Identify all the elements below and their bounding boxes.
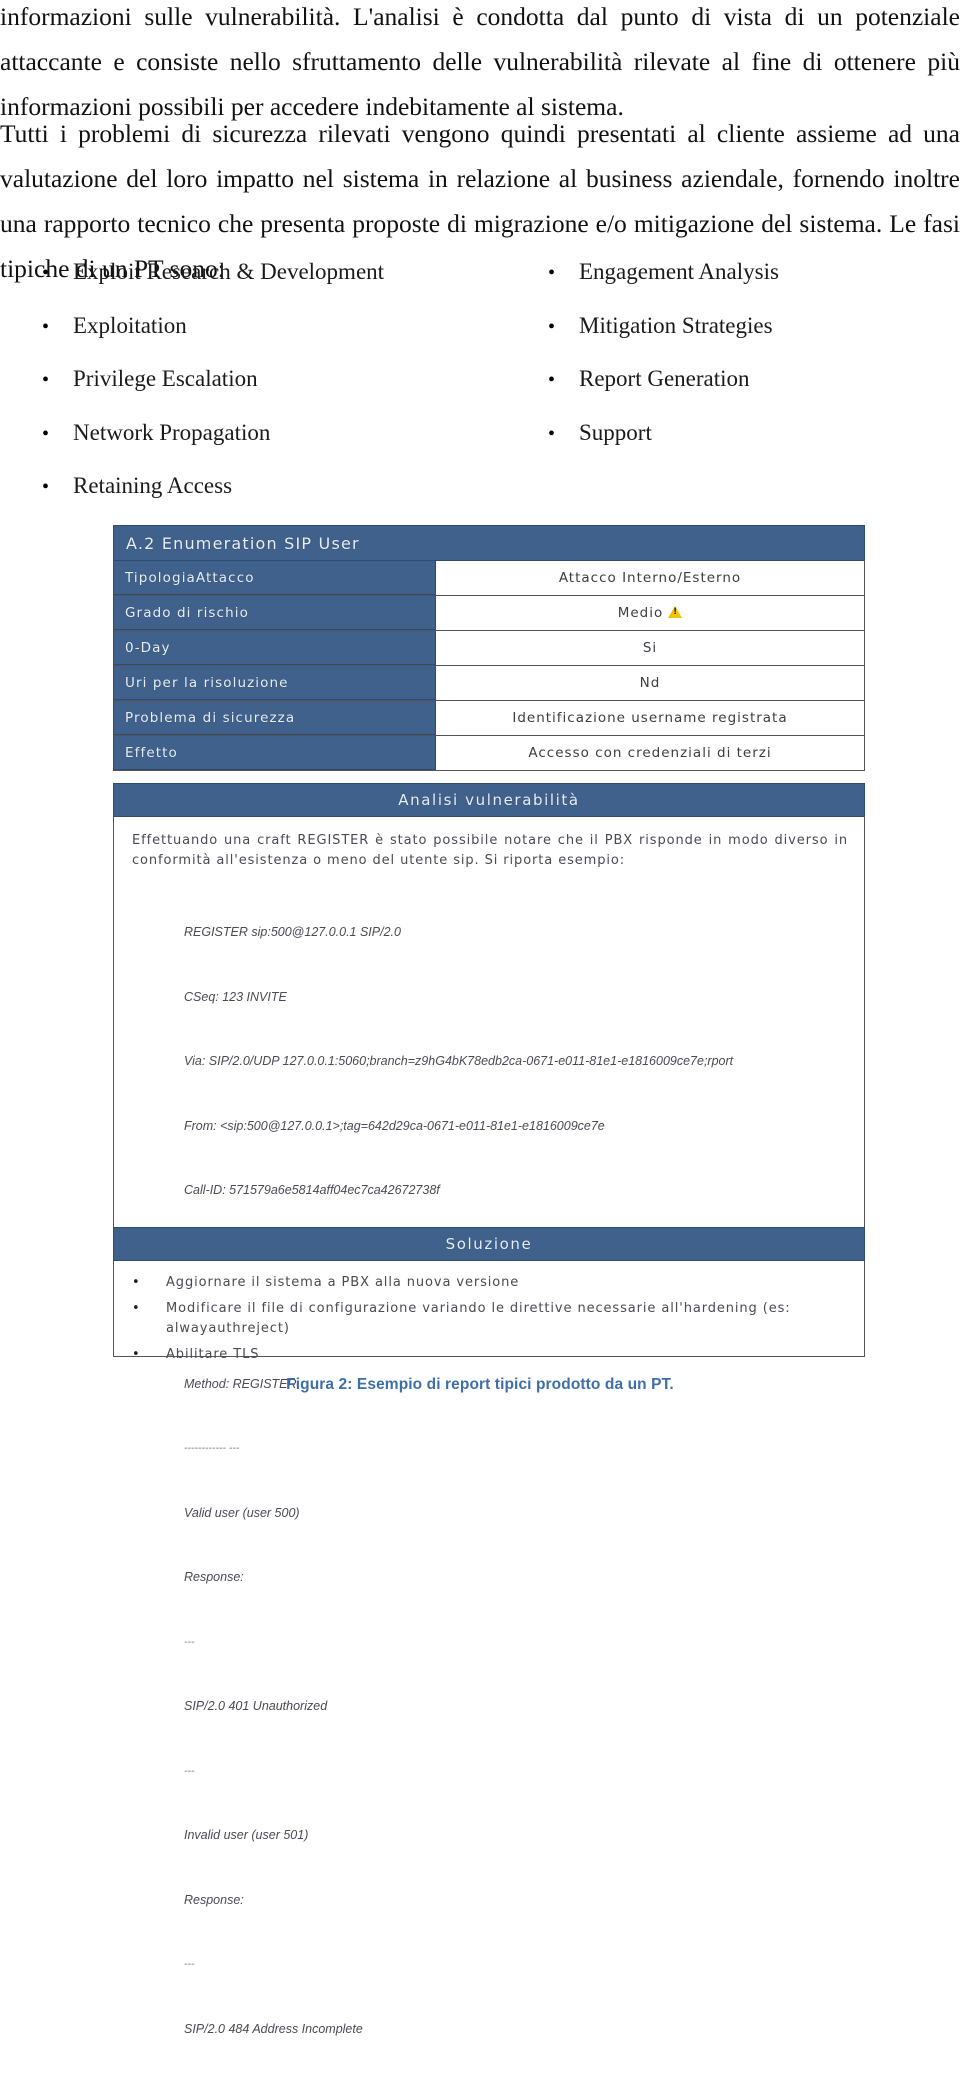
report-properties-table: TipologiaAttacco Attacco Interno/Esterno… <box>113 561 865 771</box>
code-line: SIP/2.0 484 Address Incomplete <box>184 2021 363 2036</box>
solution-text: Aggiornare il sistema a PBX alla nuova v… <box>166 1275 520 1290</box>
list-item-label: Mitigation Strategies <box>579 312 773 338</box>
code-line: --- <box>184 1635 195 1648</box>
table-row-value: Si <box>436 631 864 665</box>
sip-trace-code: REGISTER sip:500@127.0.0.1 SIP/2.0 CSeq:… <box>132 879 848 2083</box>
table-row-key: 0-Day <box>114 631 436 665</box>
report-title-banner: A.2 Enumeration SIP User <box>113 525 865 561</box>
bullet-icon <box>548 263 579 283</box>
table-row-value-text: Accesso con credenziali di terzi <box>528 745 772 761</box>
table-row: 0-Day Si <box>114 631 864 666</box>
figure-caption: Figura 2: Esempio di report tipici prodo… <box>286 1376 674 1393</box>
table-row-value: Nd <box>436 666 864 700</box>
table-row-value-text: Attacco Interno/Esterno <box>558 570 742 586</box>
list-item: Retaining Access <box>42 474 462 528</box>
table-row-key: TipologiaAttacco <box>114 561 436 595</box>
bullet-icon <box>42 370 73 390</box>
code-line: From: <sip:500@127.0.0.1>;tag=642d29ca-0… <box>184 1118 605 1133</box>
list-item: Report Generation <box>548 367 928 421</box>
list-item: Exploitation <box>42 314 462 368</box>
code-line: ------------ --- <box>184 1442 240 1454</box>
code-line: REGISTER sip:500@127.0.0.1 SIP/2.0 <box>184 925 401 939</box>
code-line: SIP/2.0 401 Unauthorized <box>184 1699 328 1713</box>
table-row-value-text: Identificazione username registrata <box>512 710 788 726</box>
paragraph-intro: informazioni sulle vulnerabilità. L'anal… <box>0 0 960 129</box>
bullet-icon <box>548 317 579 337</box>
table-row-value-text: Si <box>642 640 658 656</box>
bullet-icon <box>42 477 73 497</box>
table-row: Uri per la risoluzione Nd <box>114 666 864 701</box>
bullet-icon <box>548 370 579 390</box>
list-item-label: Retaining Access <box>73 473 233 498</box>
paragraph-text: informazioni sulle vulnerabilità. L'anal… <box>0 2 960 121</box>
analysis-body: Effettuando una craft REGISTER è stato p… <box>113 817 865 2036</box>
table-row-value: Attacco Interno/Esterno <box>436 561 864 595</box>
list-item-label: Report Generation <box>579 366 750 391</box>
bullet-icon <box>548 424 579 444</box>
analysis-intro-text: Effettuando una craft REGISTER è stato p… <box>132 833 848 868</box>
table-row-key: Uri per la risoluzione <box>114 666 436 700</box>
code-line: Call-ID: 571579a6e5814aff04ec7ca42672738… <box>184 1183 440 1197</box>
list-item: Mitigation Strategies <box>548 314 928 368</box>
section-band-analysis: Analisi vulnerabilità <box>113 783 865 817</box>
code-line: Response: <box>184 1570 244 1584</box>
list-item: Aggiornare il sistema a PBX alla nuova v… <box>132 1273 846 1293</box>
code-line: CSeq: 123 INVITE <box>184 989 287 1004</box>
table-row-key: Problema di sicurezza <box>114 701 436 735</box>
code-line: --- <box>184 1764 195 1777</box>
list-item-label: Engagement Analysis <box>579 259 779 284</box>
list-item: Network Propagation <box>42 421 462 475</box>
list-item-label: Exploitation <box>73 312 187 338</box>
list-item: Privilege Escalation <box>42 367 462 421</box>
list-item: Exploit Research & Development <box>42 260 462 314</box>
table-row: Problema di sicurezza Identificazione us… <box>114 701 864 736</box>
list-item: Support <box>548 421 928 475</box>
list-item-label: Support <box>579 419 652 445</box>
pt-phases-list-left: Exploit Research & Development Exploitat… <box>42 260 462 528</box>
list-item-label: Network Propagation <box>73 419 271 445</box>
table-row-key: Effetto <box>114 736 436 770</box>
report-figure: A.2 Enumeration SIP User TipologiaAttacc… <box>113 525 865 2036</box>
list-item: Modificare il file di configurazione var… <box>132 1299 846 1339</box>
bullet-icon <box>132 1345 166 1365</box>
solution-text: Modificare il file di configurazione var… <box>166 1301 791 1336</box>
table-row-value-text: Medio <box>617 605 664 621</box>
pt-phases-list-right: Engagement Analysis Mitigation Strategie… <box>548 260 928 474</box>
list-item-label: Exploit Research & Development <box>73 259 385 284</box>
list-item: Engagement Analysis <box>548 260 928 314</box>
code-line: Via: SIP/2.0/UDP 127.0.0.1:5060;branch=z… <box>184 1054 734 1068</box>
table-row-value: Medio <box>436 596 864 630</box>
list-item: Abilitare TLS <box>132 1345 846 1365</box>
code-line: Valid user (user 500) <box>184 1505 300 1520</box>
table-row-key: Grado di rischio <box>114 596 436 630</box>
solution-text: Abilitare TLS <box>166 1347 260 1362</box>
code-line: Response: <box>184 1892 244 1907</box>
bullet-icon <box>42 317 73 337</box>
bullet-icon <box>42 424 73 444</box>
bullet-icon <box>132 1273 166 1293</box>
section-band-solution: Soluzione <box>113 1227 865 1261</box>
table-row: Effetto Accesso con credenziali di terzi <box>114 736 864 771</box>
bullet-icon <box>132 1299 166 1319</box>
table-row-value: Identificazione username registrata <box>436 701 864 735</box>
list-item-label: Privilege Escalation <box>73 366 258 391</box>
code-line: Invalid user (user 501) <box>184 1828 309 1842</box>
table-row: Grado di rischio Medio <box>114 596 864 631</box>
code-line: --- <box>184 1958 195 1970</box>
table-row-value-text: Nd <box>639 675 661 691</box>
table-row-value: Accesso con credenziali di terzi <box>436 736 864 770</box>
bullet-icon <box>42 263 73 283</box>
table-row: TipologiaAttacco Attacco Interno/Esterno <box>114 561 864 596</box>
warning-icon <box>668 606 683 618</box>
solution-body: Aggiornare il sistema a PBX alla nuova v… <box>113 1261 865 1362</box>
